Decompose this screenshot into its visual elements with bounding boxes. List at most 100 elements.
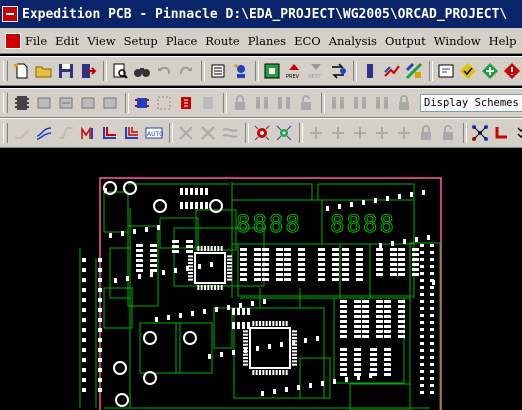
- menu-window[interactable]: Window: [434, 34, 481, 48]
- rules-check-icon[interactable]: [458, 61, 478, 81]
- gloss-icon[interactable]: [350, 93, 370, 113]
- push-icon[interactable]: [328, 93, 348, 113]
- fanout-icon[interactable]: [132, 93, 152, 113]
- small-pad: [292, 340, 295, 345]
- display-schemes-dropdown[interactable]: Display Schemes: [420, 94, 522, 112]
- select-parts-icon[interactable]: [34, 93, 54, 113]
- spread-icon[interactable]: [306, 123, 326, 143]
- properties-icon[interactable]: [208, 61, 228, 81]
- undo-icon[interactable]: [154, 61, 174, 81]
- menu-output[interactable]: Output: [385, 34, 426, 48]
- smd-pad: [340, 315, 347, 318]
- tools-more-icon[interactable]: [514, 123, 522, 143]
- route-icon[interactable]: [382, 61, 402, 81]
- print-preview-icon[interactable]: [110, 61, 130, 81]
- menu-view[interactable]: View: [87, 34, 115, 48]
- toolbar-grip[interactable]: [3, 93, 8, 113]
- via-icon[interactable]: [252, 123, 272, 143]
- padlock-icon[interactable]: [394, 93, 414, 113]
- smd-pad: [376, 273, 383, 276]
- toolbar-separator: [169, 123, 173, 143]
- design-rules-icon[interactable]: [404, 61, 424, 81]
- unlock-icon[interactable]: [296, 93, 316, 113]
- net-explorer-icon[interactable]: [470, 123, 490, 143]
- fix-icon[interactable]: [176, 93, 196, 113]
- editor-control-icon[interactable]: [436, 61, 456, 81]
- smd-pad: [340, 325, 347, 328]
- cross-probe-icon[interactable]: [12, 93, 32, 113]
- distribute-icon[interactable]: [274, 93, 294, 113]
- small-pad: [410, 192, 413, 197]
- place-part-icon[interactable]: [262, 61, 282, 81]
- document-menu-icon[interactable]: [5, 32, 21, 49]
- smd-pad: [240, 263, 247, 266]
- menu-file[interactable]: File: [25, 34, 47, 48]
- menu-place[interactable]: Place: [166, 34, 198, 48]
- toolbar-grip[interactable]: [3, 61, 8, 81]
- small-pad: [261, 391, 264, 396]
- copy-route-icon[interactable]: [176, 123, 196, 143]
- auto-route-icon[interactable]: AUTO: [144, 123, 164, 143]
- menu-setup[interactable]: Setup: [124, 34, 158, 48]
- smd-pad: [340, 358, 347, 361]
- unfix-trace-icon[interactable]: [394, 123, 414, 143]
- smd-pad: [376, 253, 383, 256]
- exit-icon[interactable]: [78, 61, 98, 81]
- select-traces-icon[interactable]: [78, 93, 98, 113]
- menu-planes[interactable]: Planes: [248, 34, 286, 48]
- menu-help[interactable]: Help: [489, 34, 517, 48]
- unfix-icon[interactable]: [198, 93, 218, 113]
- small-pad: [369, 373, 372, 378]
- ic-pin: [243, 340, 248, 343]
- delete-trace-icon[interactable]: [198, 123, 218, 143]
- slide-icon[interactable]: [78, 123, 98, 143]
- menu-route[interactable]: Route: [205, 34, 239, 48]
- redo-icon[interactable]: [176, 61, 196, 81]
- new-file-icon[interactable]: [12, 61, 32, 81]
- fix-trace-icon[interactable]: [372, 123, 392, 143]
- toolbar-grip[interactable]: [3, 123, 8, 143]
- select-vias-icon[interactable]: [100, 93, 120, 113]
- select-nets-icon[interactable]: [56, 93, 76, 113]
- next-icon[interactable]: NEXT: [306, 61, 326, 81]
- via-fanout-icon[interactable]: [274, 123, 294, 143]
- ic-pin: [243, 353, 248, 356]
- plow-icon[interactable]: [56, 123, 76, 143]
- menu-eco[interactable]: ECO: [294, 34, 321, 48]
- tune-route-icon[interactable]: [122, 123, 142, 143]
- lock-icon[interactable]: [230, 93, 250, 113]
- smd-pad: [398, 305, 405, 308]
- layer-icon[interactable]: [360, 61, 380, 81]
- swap-icon[interactable]: [328, 61, 348, 81]
- component-outline: [139, 322, 181, 374]
- open-folder-icon[interactable]: [34, 61, 54, 81]
- smd-pad: [340, 368, 347, 371]
- gloss-route-icon[interactable]: [100, 123, 120, 143]
- add-component-icon[interactable]: [230, 61, 250, 81]
- find-icon[interactable]: [132, 61, 152, 81]
- multi-route-icon[interactable]: [34, 123, 54, 143]
- connector-pin: [430, 384, 434, 387]
- smd-pad: [376, 320, 383, 323]
- smd-pad: [232, 322, 235, 329]
- group-icon[interactable]: [154, 93, 174, 113]
- nudge-icon[interactable]: [350, 123, 370, 143]
- previous-icon[interactable]: PREV: [284, 61, 304, 81]
- lock-trace-icon[interactable]: [416, 123, 436, 143]
- toolbar-separator: [125, 93, 129, 113]
- hug-trace-icon[interactable]: [220, 123, 240, 143]
- add-rule-icon[interactable]: [480, 61, 500, 81]
- ic-pin: [207, 246, 210, 251]
- menu-analysis[interactable]: Analysis: [329, 34, 377, 48]
- align-icon[interactable]: [252, 93, 272, 113]
- interactive-route-icon[interactable]: [12, 123, 32, 143]
- corner-icon[interactable]: [492, 123, 512, 143]
- push-trace-icon[interactable]: [328, 123, 348, 143]
- pcb-canvas[interactable]: 8888 8888: [0, 148, 522, 410]
- unlock-trace-icon[interactable]: [438, 123, 458, 143]
- pcb-layout-view[interactable]: 8888 8888: [0, 148, 522, 410]
- tune-icon[interactable]: [372, 93, 392, 113]
- save-icon[interactable]: [56, 61, 76, 81]
- warning-icon[interactable]: [502, 61, 522, 81]
- menu-edit[interactable]: Edit: [55, 34, 79, 48]
